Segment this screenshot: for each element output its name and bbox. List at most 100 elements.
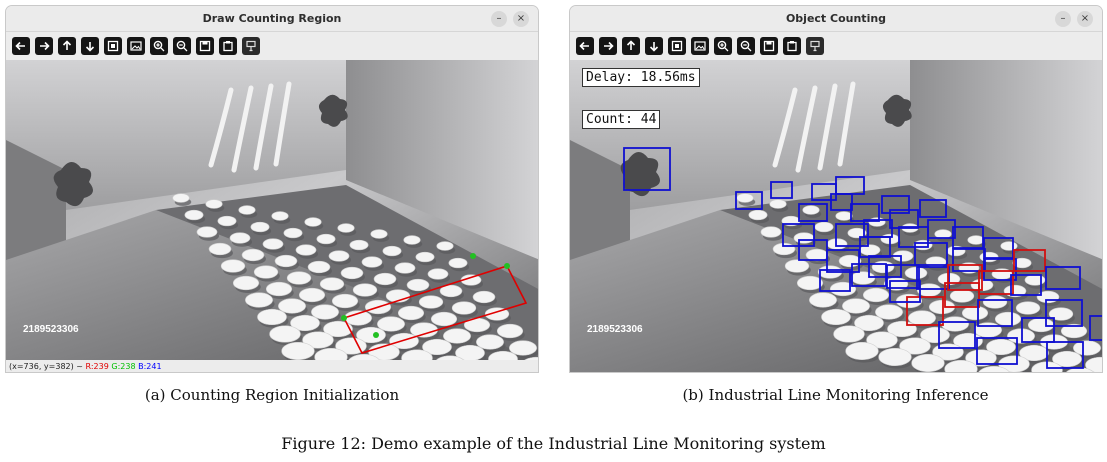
- pill: [868, 217, 886, 227]
- save-icon[interactable]: [760, 37, 778, 55]
- minimize-button[interactable]: –: [491, 11, 507, 27]
- copy-icon[interactable]: [783, 37, 801, 55]
- subfigure-caption-b: (b) Industrial Line Monitoring Inference: [682, 386, 989, 404]
- pixel-green-value: G:238: [111, 362, 136, 371]
- pill: [1000, 241, 1018, 251]
- pill: [410, 322, 438, 338]
- pill: [496, 323, 524, 339]
- pill: [250, 221, 270, 233]
- minimize-button[interactable]: –: [1055, 11, 1071, 27]
- region-handle[interactable]: [470, 253, 476, 259]
- status-bar: (x=736, y=382) ~ R:239 G:238 B:241: [6, 360, 538, 372]
- pill: [862, 287, 890, 303]
- arrow-up-icon[interactable]: [58, 37, 76, 55]
- pill: [842, 298, 870, 314]
- pill: [979, 251, 999, 263]
- pill: [220, 259, 246, 273]
- pill: [961, 305, 989, 321]
- pill: [1073, 340, 1101, 356]
- pill: [1024, 274, 1046, 286]
- arrow-left-icon[interactable]: [576, 37, 594, 55]
- pill: [845, 341, 879, 361]
- pill: [443, 328, 471, 344]
- zoom-out-icon[interactable]: [173, 37, 191, 55]
- pill: [941, 316, 969, 332]
- pill: [1015, 301, 1041, 315]
- pill: [736, 193, 754, 203]
- arrow-left-icon[interactable]: [12, 37, 30, 55]
- arrow-up-icon[interactable]: [622, 37, 640, 55]
- pill: [184, 209, 204, 221]
- pill: [769, 199, 787, 209]
- save-icon[interactable]: [196, 37, 214, 55]
- pill: [278, 298, 306, 314]
- pill: [257, 308, 287, 326]
- region-handle[interactable]: [341, 315, 347, 321]
- pill: [307, 260, 331, 274]
- pill: [871, 260, 895, 274]
- pill: [286, 271, 312, 285]
- conveyor-scene: 2189523306: [6, 60, 538, 360]
- close-button[interactable]: ×: [1077, 11, 1093, 27]
- zoom-in-icon[interactable]: [150, 37, 168, 55]
- pill: [274, 254, 298, 268]
- pill: [295, 244, 317, 256]
- pill: [281, 341, 315, 360]
- copy-icon[interactable]: [219, 37, 237, 55]
- zoom-reset-icon[interactable]: [104, 37, 122, 55]
- pill: [340, 266, 364, 280]
- pill: [760, 226, 782, 238]
- pill: [878, 347, 912, 367]
- pill: [1027, 317, 1055, 333]
- pill: [262, 238, 284, 250]
- pill: [793, 232, 815, 244]
- pill: [304, 217, 322, 227]
- pill: [283, 227, 303, 239]
- pill: [476, 334, 504, 350]
- cursor-coordinates: (x=736, y=382) ~: [9, 362, 83, 371]
- pill: [809, 292, 837, 308]
- pill: [238, 205, 256, 215]
- settings-icon[interactable]: [242, 37, 260, 55]
- watermark-text: 2189523306: [587, 324, 643, 335]
- pill: [772, 242, 796, 256]
- pill: [875, 304, 903, 320]
- pill: [196, 226, 218, 238]
- toolbar: [6, 33, 538, 60]
- image-canvas[interactable]: 2189523306 Delay: 18.56ms Count: 44: [570, 60, 1102, 372]
- zoom-out-icon[interactable]: [737, 37, 755, 55]
- count-readout: Count: 44: [582, 110, 661, 129]
- pill: [982, 295, 1008, 309]
- region-handle[interactable]: [373, 332, 379, 338]
- arrow-right-icon[interactable]: [35, 37, 53, 55]
- pill: [451, 301, 477, 315]
- close-button[interactable]: ×: [513, 11, 529, 27]
- arrow-down-icon[interactable]: [81, 37, 99, 55]
- pill: [271, 211, 289, 221]
- pill: [269, 325, 301, 343]
- zoom-reset-icon[interactable]: [668, 37, 686, 55]
- arrow-down-icon[interactable]: [645, 37, 663, 55]
- pill: [397, 305, 425, 321]
- pill: [361, 256, 383, 268]
- title-bar: Object Counting – ×: [570, 6, 1102, 32]
- toolbar: [570, 33, 1102, 60]
- pill: [911, 353, 945, 372]
- image-canvas[interactable]: 2189523306: [6, 60, 538, 360]
- region-handle[interactable]: [504, 263, 510, 269]
- watermark-text: 2189523306: [23, 324, 79, 335]
- image-icon[interactable]: [691, 37, 709, 55]
- arrow-right-icon[interactable]: [599, 37, 617, 55]
- pill: [394, 262, 416, 274]
- draw-counting-region-window: Draw Counting Region – × 2189523306 (x=7…: [5, 5, 539, 373]
- pill: [349, 239, 369, 251]
- pill: [406, 278, 430, 292]
- conveyor-scene: 2189523306: [570, 60, 1102, 372]
- pill: [904, 266, 928, 280]
- pill: [241, 248, 265, 262]
- image-icon[interactable]: [127, 37, 145, 55]
- pill: [436, 241, 454, 251]
- settings-icon[interactable]: [806, 37, 824, 55]
- zoom-in-icon[interactable]: [714, 37, 732, 55]
- pill: [403, 235, 421, 245]
